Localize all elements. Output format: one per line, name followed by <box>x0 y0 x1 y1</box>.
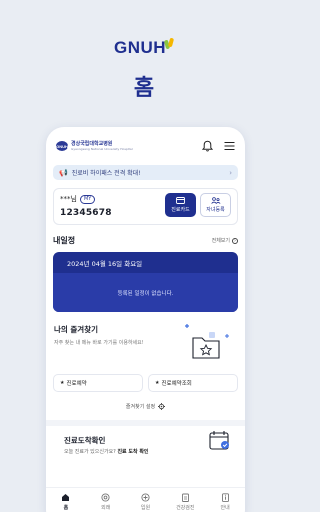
info-icon <box>220 492 230 502</box>
arrow-right-circle-icon: › <box>232 237 238 244</box>
patient-card: ***님 MY 12345678 진료카드 자녀등록 <box>53 188 238 225</box>
favorite-item[interactable]: ★ 진료예약조회 <box>148 374 238 392</box>
app-header: GNUH 경상국립대학교병원 Gyeongsang National Unive… <box>46 127 245 165</box>
checkin-desc: 오늘 진료가 있으신가요? 진료 도착 확인 <box>64 448 149 455</box>
schedule-card[interactable]: 2024년 04월 16일 화요일 등록된 일정이 없습니다. <box>53 252 238 312</box>
patient-name: ***님 <box>60 195 77 203</box>
phone-mockup: GNUH 경상국립대학교병원 Gyeongsang National Unive… <box>46 127 245 512</box>
schedule-view-all-link[interactable]: 전체보기 › <box>212 237 238 244</box>
tab-info[interactable]: 안내 <box>210 492 240 512</box>
hospital-logo[interactable]: GNUH 경상국립대학교병원 Gyeongsang National Unive… <box>56 141 133 151</box>
megaphone-icon: 📢 <box>59 168 68 177</box>
favorite-folder-icon <box>185 324 229 359</box>
outpatient-icon <box>101 492 111 502</box>
chevron-right-icon: › <box>229 168 232 177</box>
tab-checkup[interactable]: 건강검진 <box>170 492 200 512</box>
menu-icon[interactable] <box>223 140 235 152</box>
checkin-desc-bold: 진료 도착 확인 <box>117 449 149 455</box>
favorite-item-label: 진료예약 <box>66 381 87 387</box>
tab-outpatient-label: 외래 <box>101 505 111 511</box>
schedule-empty-text: 등록된 일정이 없습니다. <box>117 290 174 297</box>
child-register-label: 자녀등록 <box>206 207 225 213</box>
card-icon <box>176 197 185 204</box>
tab-inpatient[interactable]: 입원 <box>130 492 160 512</box>
checkin-section[interactable]: 진료도착확인 오늘 진료가 있으신가요? 진료 도착 확인 <box>46 426 245 466</box>
child-register-button[interactable]: 자녀등록 <box>200 193 231 217</box>
patient-card-button[interactable]: 진료카드 <box>165 193 196 217</box>
notice-banner[interactable]: 📢 진료비 하이패스 전격 확대! › <box>53 165 238 180</box>
schedule-view-all-label: 전체보기 <box>211 238 230 244</box>
calendar-check-icon <box>209 431 229 450</box>
tab-outpatient[interactable]: 외래 <box>91 492 121 512</box>
brand-logo-text: GNUH <box>113 38 167 57</box>
hospital-emblem-text: GNUH <box>56 143 68 149</box>
family-icon <box>210 197 220 204</box>
schedule-title: 내일정 <box>53 236 76 245</box>
favorites-title: 나의 즐겨찾기 <box>54 325 99 334</box>
brand-leaf-icon <box>163 37 175 50</box>
gear-icon <box>158 403 166 410</box>
star-icon: ★ <box>155 380 160 386</box>
notice-text: 진료비 하이패스 전격 확대! <box>71 170 141 177</box>
tab-checkup-label: 건강검진 <box>176 505 195 511</box>
bottom-tab-bar: 홈 외래 입원 건강검진 안내 <box>46 487 245 512</box>
favorites-setting-button[interactable]: 즐겨찾기 설정 <box>46 403 245 410</box>
bell-icon[interactable] <box>201 140 213 152</box>
tab-home-label: 홈 <box>63 505 69 511</box>
schedule-date: 2024년 04월 16일 화요일 <box>67 259 143 268</box>
tab-inpatient-label: 입원 <box>140 505 151 511</box>
favorites-desc: 자주 찾는 내 메뉴 바로 가기를 이용하세요! <box>54 340 144 346</box>
favorite-item[interactable]: ★ 진료예약 <box>53 374 143 392</box>
checkin-title: 진료도착확인 <box>64 436 106 445</box>
home-icon <box>61 492 71 502</box>
patient-card-label: 진료카드 <box>171 207 190 213</box>
tab-home[interactable]: 홈 <box>51 492 81 512</box>
star-icon: ★ <box>60 380 65 386</box>
favorite-item-label: 진료예약조회 <box>161 381 192 387</box>
tab-info-label: 안내 <box>220 505 230 511</box>
hospital-sub-name: Gyeongsang National University Hospital <box>71 146 133 151</box>
inpatient-icon <box>140 492 150 502</box>
checkin-desc-prefix: 오늘 진료가 있으신가요? <box>64 449 118 455</box>
hospital-emblem-icon: GNUH <box>56 141 68 151</box>
favorites-setting-label: 즐겨찾기 설정 <box>125 404 156 410</box>
my-badge: MY <box>79 194 96 204</box>
screen-title: 홈 <box>133 76 155 101</box>
brand-logo: GNUH <box>0 37 288 58</box>
checkup-icon <box>180 492 190 502</box>
